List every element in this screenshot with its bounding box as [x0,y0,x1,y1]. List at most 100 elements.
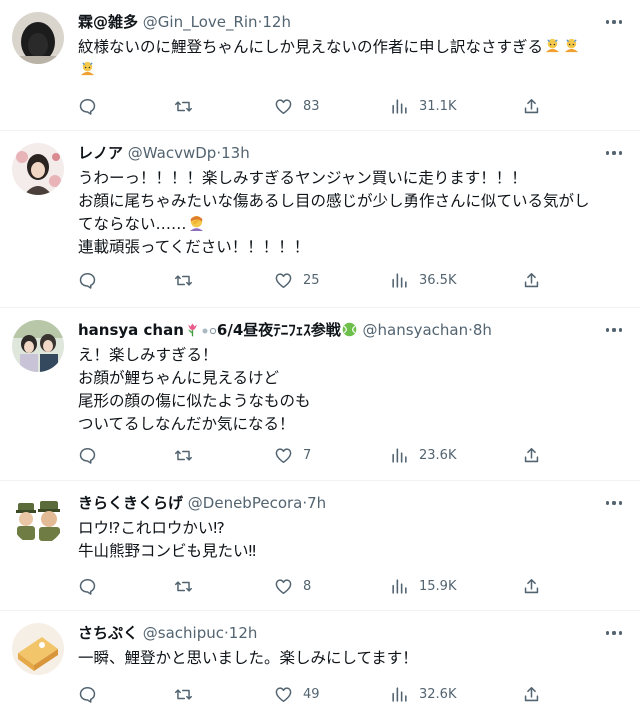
small-ring-icon [209,318,217,335]
user-handle[interactable]: @DenebPecora [188,494,303,512]
display-name[interactable]: きらくきくらげ [78,494,183,512]
reply-button[interactable] [78,268,107,292]
tweet-text-line: 牛山熊野コンビも見たい‼ [78,542,257,560]
share-button[interactable] [522,268,541,292]
timestamp[interactable]: 7h [307,494,326,512]
tweet-text-line: てならない…… [78,215,187,233]
user-handle[interactable]: @sachipuc [143,624,224,642]
tweet-text-line: 尾形の顔の傷に似たようなものも [78,392,311,410]
retweet-button[interactable] [174,682,203,706]
tweet-text: 紋様ないのに鯉登ちゃんにしか見えないの作者に申し訳なさすぎる [78,36,624,82]
facepalm-emoji-icon [187,213,206,232]
bowing-person-emoji-icon [562,36,581,55]
tweet[interactable]: レノア @WacvwDp·13h うわーっ！！！！楽しみすぎるヤンジャン買いに走… [0,131,640,308]
retweet-icon [174,688,193,700]
like-button[interactable]: 25 [274,268,320,292]
share-button[interactable] [522,443,541,467]
views-icon [392,272,407,288]
share-button[interactable] [522,682,541,706]
heart-icon [275,686,292,702]
reply-button[interactable] [78,443,107,467]
share-icon [524,272,539,287]
more-icon[interactable] [602,12,626,32]
like-count: 25 [303,272,320,288]
display-name[interactable]: 霖@雑多 [78,13,138,31]
like-button[interactable]: 49 [274,682,320,706]
bowing-person-emoji-icon [78,59,97,78]
reply-icon [79,98,96,115]
display-name[interactable]: さちぷく [78,624,138,642]
view-count: 31.1K [419,98,457,114]
user-handle[interactable]: @Gin_Love_Rin [143,13,258,31]
like-button[interactable]: 83 [274,94,320,118]
avatar[interactable] [12,12,64,64]
share-icon [524,447,539,462]
reply-icon [79,686,96,703]
reply-button[interactable] [78,94,107,118]
views-button[interactable]: 32.6K [390,682,456,706]
share-button[interactable] [522,94,541,118]
display-name[interactable]: hansya chan [78,321,184,339]
avatar[interactable] [12,623,64,675]
tweet[interactable]: きらくきくらげ @DenebPecora·7h ロウ⁉これロウかい⁉ 牛山熊野コ… [0,481,640,611]
tweet-text-line: 連載頑張ってください！！！！！ [78,238,310,256]
tweet-text-line: お顔に尾ちゃみたいな傷あるし目の感じが少し勇作さんに似ている気がし [78,192,590,210]
user-handle[interactable]: @WacvwDp [128,144,217,162]
tweet-text-line: え！楽しみすぎる！ [78,346,218,364]
views-button[interactable]: 31.1K [390,94,456,118]
share-button[interactable] [522,574,541,598]
timestamp[interactable]: 12h [262,13,291,31]
like-button[interactable]: 8 [274,574,311,598]
retweet-icon [174,100,193,112]
views-icon [392,98,407,114]
retweet-button[interactable] [174,268,203,292]
tulip-emoji-icon [184,321,201,338]
avatar[interactable] [12,493,64,545]
view-count: 15.9K [419,578,457,594]
more-icon[interactable] [602,493,626,513]
views-button[interactable]: 36.5K [390,268,456,292]
reply-button[interactable] [78,574,107,598]
tweet-text: え！楽しみすぎる！ お顔が鯉ちゃんに見えるけど 尾形の顔の傷に似たようなものも … [78,344,624,436]
tweet[interactable]: hansya chan 6/4昼夜ﾃﾆﾌｪｽ参戦 @hansyachan·8h え… [0,308,640,481]
more-icon[interactable] [602,320,626,340]
timestamp[interactable]: 13h [221,144,250,162]
tweet-text: ロウ⁉これロウかい⁉ 牛山熊野コンビも見たい‼ [78,517,624,563]
like-count: 7 [303,447,312,463]
more-icon[interactable] [602,623,626,643]
tweet-actions: 25 36.5K [78,268,624,292]
display-name[interactable]: レノア [78,144,123,162]
user-handle[interactable]: @hansyachan [363,321,469,339]
share-icon [524,686,539,701]
tweet-text-line: 一瞬、鯉登かと思いました。楽しみにしてます！ [78,649,418,667]
retweet-button[interactable] [174,94,203,118]
tweet-actions: 83 31.1K [78,94,624,118]
tweet-text: うわーっ！！！！楽しみすぎるヤンジャン買いに走ります！！！ お顔に尾ちゃみたいな… [78,167,624,259]
retweet-button[interactable] [174,574,203,598]
tweet[interactable]: 霖@雑多 @Gin_Love_Rin·12h 紋様ないのに鯉登ちゃんにしか見えな… [0,0,640,131]
heart-icon [275,272,292,288]
heart-icon [275,98,292,114]
avatar[interactable] [12,320,64,372]
tweet-text: 一瞬、鯉登かと思いました。楽しみにしてます！ [78,647,624,670]
avatar[interactable] [12,143,64,195]
tweet-actions: 7 23.6K [78,443,624,467]
share-icon [524,98,539,113]
retweet-icon [174,274,193,286]
tweet-actions: 49 32.6K [78,682,624,706]
retweet-button[interactable] [174,443,203,467]
reply-feed: 霖@雑多 @Gin_Love_Rin·12h 紋様ないのに鯉登ちゃんにしか見えな… [0,0,640,717]
timestamp[interactable]: 12h [229,624,258,642]
view-count: 23.6K [419,447,457,463]
retweet-icon [174,449,193,461]
tweet[interactable]: さちぷく @sachipuc·12h 一瞬、鯉登かと思いました。楽しみにしてます… [0,611,640,717]
display-name-suffix[interactable]: 6/4昼夜ﾃﾆﾌｪｽ参戦 [217,321,341,339]
timestamp[interactable]: 8h [473,321,492,339]
views-button[interactable]: 23.6K [390,443,456,467]
views-button[interactable]: 15.9K [390,574,456,598]
more-icon[interactable] [602,143,626,163]
like-button[interactable]: 7 [274,443,311,467]
share-icon [524,578,539,593]
reply-button[interactable] [78,682,107,706]
tweet-text-line: 紋様ないのに鯉登ちゃんにしか見えないの作者に申し訳なさすぎる [78,38,544,56]
